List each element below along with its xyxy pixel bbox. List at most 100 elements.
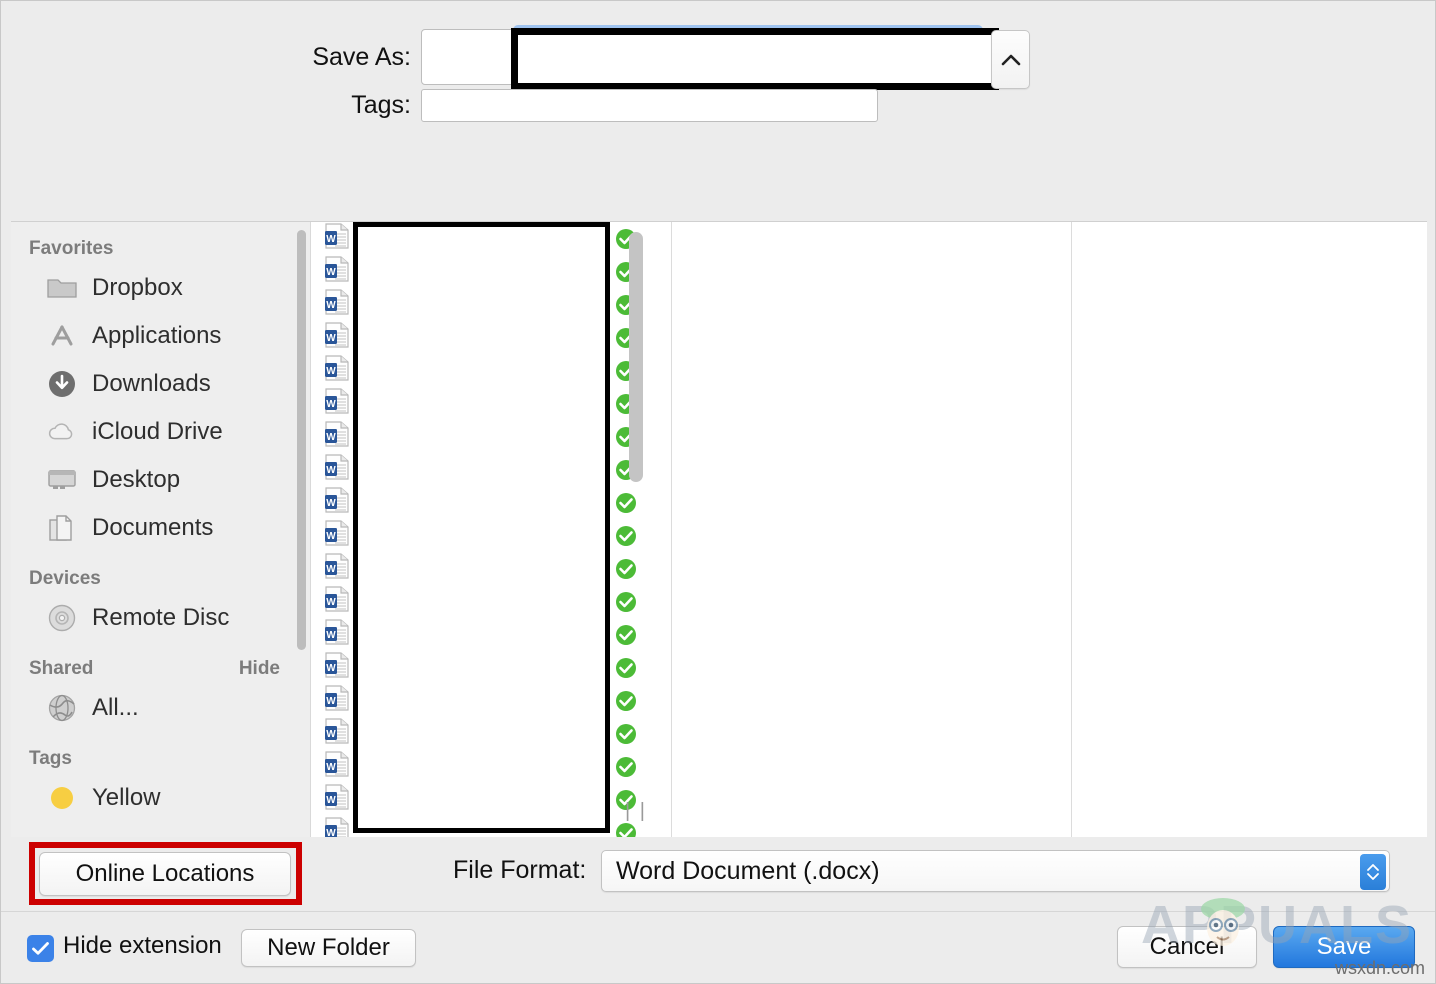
word-document-icon: W (324, 684, 350, 717)
svg-text:W: W (326, 630, 336, 641)
sidebar-item-remote-disc[interactable]: Remote Disc (11, 594, 310, 642)
file-list-scrollbar[interactable] (629, 232, 643, 482)
svg-text:W: W (326, 300, 336, 311)
word-document-icon: W (324, 420, 350, 453)
sidebar-item-desktop[interactable]: Desktop (11, 456, 310, 504)
green-check-badge-icon (615, 591, 637, 618)
green-check-badge-icon (615, 690, 637, 717)
word-document-icon: W (324, 321, 350, 354)
new-folder-button[interactable]: New Folder (241, 929, 416, 967)
sidebar-item-downloads[interactable]: Downloads (11, 360, 310, 408)
green-check-badge-icon (615, 525, 637, 552)
save-dialog: Save As: Tags: Favorites Dropbox Applica… (0, 0, 1436, 984)
word-document-icon: W (324, 816, 350, 837)
cloud-icon (47, 417, 77, 447)
svg-text:W: W (326, 729, 336, 740)
svg-text:W: W (326, 564, 336, 575)
download-circle-icon (47, 369, 77, 399)
applications-icon (47, 321, 77, 351)
green-check-badge-icon (615, 657, 637, 684)
dialog-header: Save As: Tags: (1, 1, 1435, 141)
sidebar-item-label: Remote Disc (92, 604, 230, 631)
sidebar-item-label: iCloud Drive (92, 418, 223, 445)
green-check-badge-icon (615, 723, 637, 750)
desktop-icon (47, 465, 77, 495)
file-column-3 (1072, 222, 1427, 837)
sidebar-item-icloud-drive[interactable]: iCloud Drive (11, 408, 310, 456)
column-resize-handle-icon[interactable]: | | (625, 800, 647, 823)
disc-icon (47, 603, 77, 633)
svg-text:W: W (326, 333, 336, 344)
svg-text:W: W (326, 795, 336, 806)
file-format-popup[interactable]: Word Document (.docx) (601, 850, 1390, 892)
filenames-redaction-box (353, 222, 610, 833)
svg-text:W: W (326, 531, 336, 542)
sidebar-section-favorites: Favorites (29, 238, 114, 259)
sidebar-item-label: Desktop (92, 466, 181, 493)
word-document-icon: W (324, 519, 350, 552)
svg-text:W: W (326, 597, 336, 608)
sidebar-item-label: Dropbox (92, 274, 183, 301)
svg-text:W: W (326, 432, 336, 443)
tags-input[interactable] (421, 89, 878, 122)
yellow-tag-dot-icon (47, 783, 77, 813)
svg-text:W: W (326, 366, 336, 377)
word-document-icon: W (324, 255, 350, 288)
file-browser: Favorites Dropbox Applications Downloads… (11, 221, 1427, 838)
word-document-icon: W (324, 750, 350, 783)
sidebar-item-label: All... (92, 694, 139, 721)
globe-icon (47, 693, 77, 723)
file-column-2 (672, 222, 1072, 837)
site-credit: wsxdn.com (1334, 958, 1425, 978)
sidebar-item-label: Yellow (92, 784, 161, 811)
green-check-badge-icon (615, 822, 637, 837)
word-document-icon: W (324, 618, 350, 651)
sidebar-item-label: Downloads (92, 370, 211, 397)
green-check-badge-icon (615, 558, 637, 585)
file-format-value: Word Document (.docx) (616, 856, 880, 885)
sidebar-section-shared: Shared Hide (11, 642, 310, 684)
green-check-badge-icon (615, 756, 637, 783)
svg-text:W: W (326, 399, 336, 410)
svg-text:W: W (326, 465, 336, 476)
sidebar-section-devices: Devices (29, 568, 101, 589)
sidebar-item-all-shared[interactable]: All... (11, 684, 310, 732)
hide-extension-label: Hide extension (63, 932, 222, 959)
sidebar-section-tags: Tags (29, 748, 72, 769)
online-locations-highlight-box (29, 842, 302, 905)
svg-text:W: W (326, 663, 336, 674)
word-document-icon: W (324, 717, 350, 750)
hide-extension-checkbox[interactable] (27, 935, 54, 962)
toolbar: HIUS 157 Search (1, 141, 1435, 343)
sidebar-section-shared-title: Shared (29, 658, 94, 679)
sidebar: Favorites Dropbox Applications Downloads… (11, 222, 311, 837)
word-document-icon: W (324, 453, 350, 486)
word-document-icon: W (324, 783, 350, 816)
expand-collapse-button[interactable] (991, 30, 1030, 89)
sidebar-item-label: Documents (92, 514, 214, 541)
word-document-icon: W (324, 552, 350, 585)
cancel-button[interactable]: Cancel (1117, 926, 1257, 968)
documents-icon (47, 513, 77, 543)
stepper-arrows-icon[interactable] (1360, 854, 1386, 890)
green-check-badge-icon (615, 624, 637, 651)
svg-text:W: W (326, 234, 336, 245)
chevron-down-small-icon (1367, 873, 1379, 880)
sidebar-item-applications[interactable]: Applications (11, 312, 310, 360)
chevron-up-icon (1001, 54, 1020, 65)
sidebar-item-documents[interactable]: Documents (11, 504, 310, 552)
sidebar-scrollbar[interactable] (297, 230, 306, 650)
tags-label: Tags: (351, 91, 411, 119)
word-document-icon: W (324, 651, 350, 684)
sidebar-item-tag-yellow[interactable]: Yellow (11, 774, 310, 822)
word-document-icon: W (324, 288, 350, 321)
sidebar-item-label: Applications (92, 322, 222, 349)
checkmark-icon (32, 942, 49, 955)
word-document-icon: W (324, 222, 350, 255)
sidebar-shared-hide-button[interactable]: Hide (239, 658, 280, 680)
folder-icon (47, 273, 77, 303)
file-format-label: File Format: (453, 856, 587, 884)
sidebar-item-dropbox[interactable]: Dropbox (11, 264, 310, 312)
save-as-redaction-box (511, 28, 999, 90)
word-document-icon: W (324, 387, 350, 420)
